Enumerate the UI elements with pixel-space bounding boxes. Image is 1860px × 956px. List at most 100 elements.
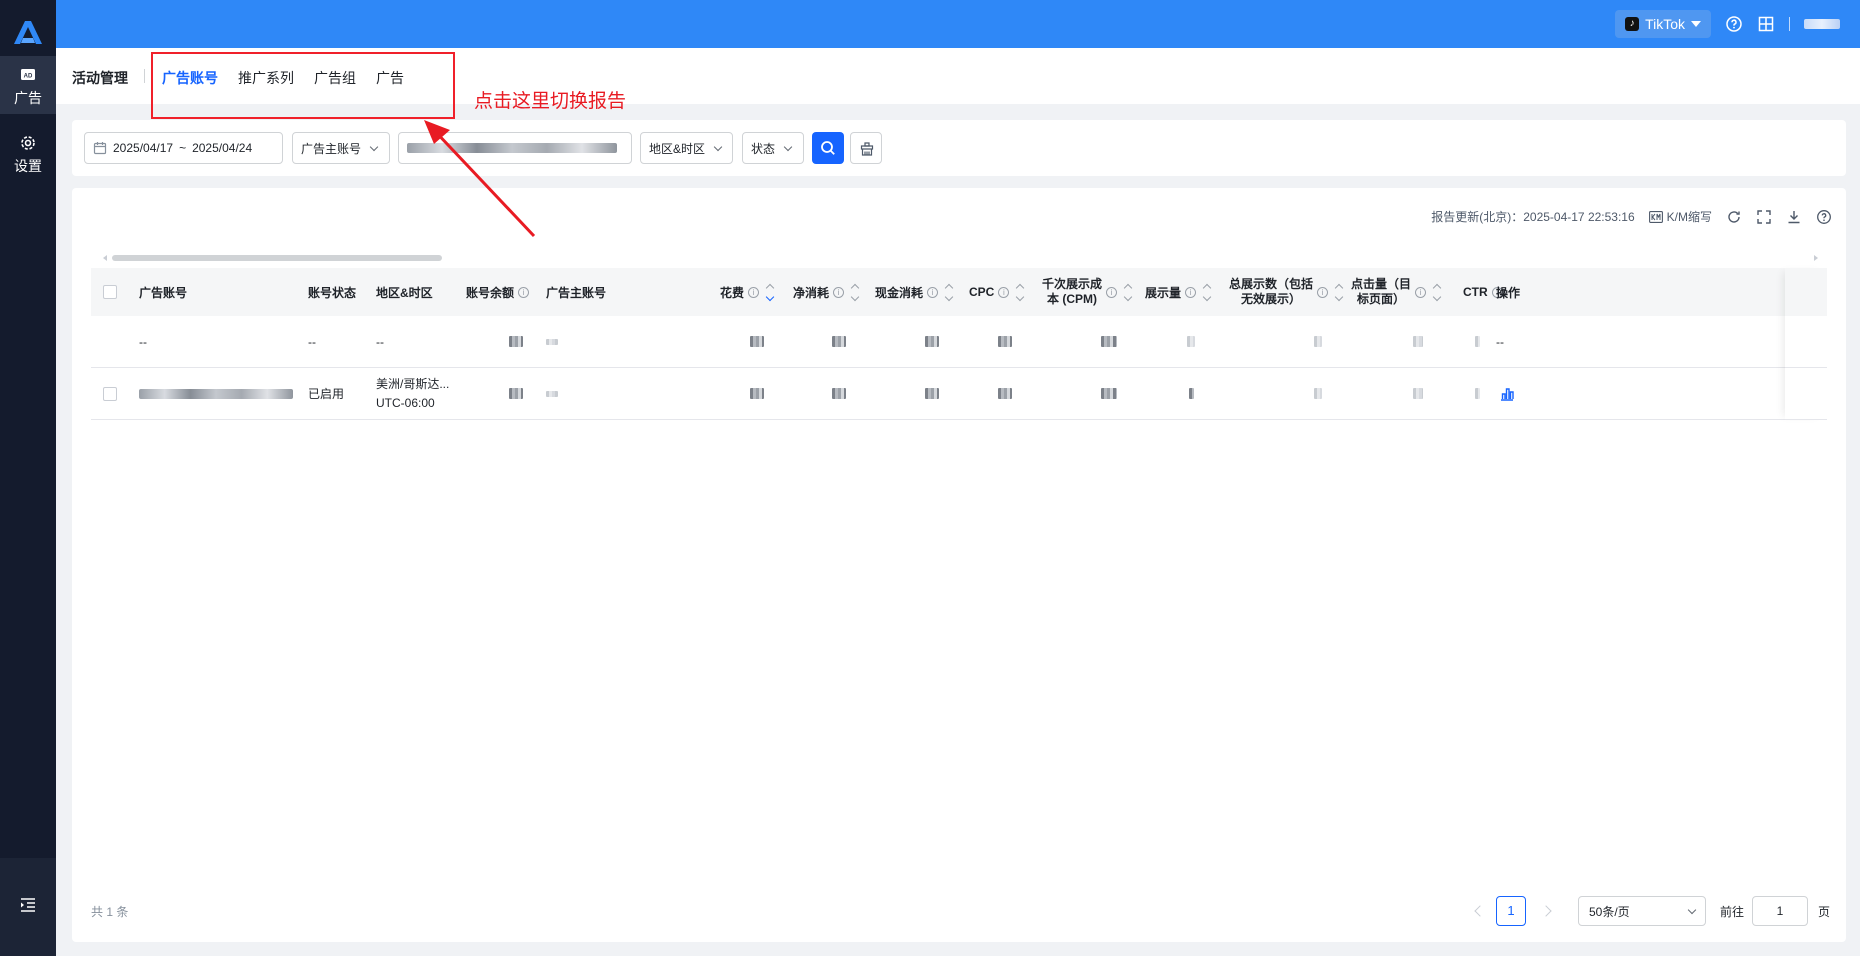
chart-icon[interactable] bbox=[1499, 386, 1515, 402]
col-account: 广告账号 bbox=[139, 285, 188, 300]
col-cpm[interactable]: 千次展示成本 (CPM) i bbox=[1042, 268, 1133, 316]
col-cpm-label: 千次展示成本 (CPM) bbox=[1042, 277, 1102, 307]
search-icon bbox=[821, 141, 835, 155]
platform-switcher[interactable]: ♪ TikTok bbox=[1615, 10, 1711, 38]
sort-icon[interactable] bbox=[944, 283, 954, 301]
total-count: 共 1 条 bbox=[91, 905, 129, 919]
row-spend bbox=[750, 368, 764, 419]
table-header: 广告账号 账号状态 地区&时区 账号余额 i 广告主账号 花费 i 净消耗 i 现金消… bbox=[91, 268, 1827, 316]
col-cpc[interactable]: CPC i bbox=[969, 268, 1025, 316]
info-icon: i bbox=[927, 286, 939, 298]
region-timezone-label: 地区&时区 bbox=[649, 141, 706, 156]
advertiser-account-select[interactable]: 广告主账号 bbox=[292, 132, 390, 164]
col-net-spend[interactable]: 净消耗 i bbox=[793, 268, 860, 316]
col-clicks-label-line1: 点击量（目 bbox=[1351, 277, 1412, 291]
next-page-icon[interactable] bbox=[1540, 905, 1552, 917]
sort-icon[interactable] bbox=[1202, 283, 1212, 301]
prev-page-icon[interactable] bbox=[1474, 905, 1486, 917]
date-start: 2025/04/17 bbox=[113, 141, 174, 155]
info-icon: i bbox=[1317, 286, 1329, 298]
row-region: 美洲/哥斯达... UTC-06:00 bbox=[376, 368, 449, 419]
clear-icon bbox=[860, 142, 874, 156]
chevron-down-icon bbox=[783, 142, 793, 151]
horizontal-scrollbar[interactable] bbox=[112, 255, 442, 261]
collapse-menu-icon[interactable] bbox=[19, 896, 37, 914]
user-account-menu[interactable] bbox=[1804, 19, 1840, 29]
sort-icon[interactable] bbox=[765, 283, 775, 301]
row-checkbox[interactable] bbox=[103, 368, 117, 419]
sidebar: AD 广告 设置 bbox=[0, 0, 56, 956]
info-icon: i bbox=[748, 286, 760, 298]
sidebar-item-settings[interactable]: 设置 bbox=[0, 124, 56, 182]
row-total-impressions bbox=[1314, 368, 1322, 419]
row-region-name: 美洲/哥斯达... bbox=[376, 376, 450, 391]
info-icon: i bbox=[1415, 286, 1427, 298]
col-balance-label: 账号余额 bbox=[466, 285, 515, 300]
search-button[interactable] bbox=[812, 132, 844, 164]
date-range-picker[interactable]: 2025/04/17 ~ 2025/04/24 bbox=[84, 132, 283, 164]
ad-icon: AD bbox=[21, 69, 35, 80]
row-account-status: 已启用 bbox=[308, 387, 345, 401]
col-cash-spend-label: 现金消耗 bbox=[875, 285, 924, 300]
top-bar-actions: ♪ TikTok bbox=[1615, 10, 1840, 38]
col-impressions[interactable]: 展示量 i bbox=[1145, 268, 1212, 316]
page-size-select[interactable]: 50条/页 bbox=[1578, 896, 1706, 926]
goto-page-input[interactable]: 1 bbox=[1752, 896, 1808, 926]
col-spend[interactable]: 花费 i bbox=[720, 268, 775, 316]
divider bbox=[144, 69, 145, 83]
refresh-icon[interactable] bbox=[1726, 209, 1742, 225]
divider bbox=[1789, 17, 1790, 31]
grid-icon[interactable] bbox=[1757, 15, 1775, 33]
km-abbreviation-toggle[interactable]: K/M缩写 bbox=[1648, 208, 1712, 225]
row-cpm bbox=[1101, 368, 1117, 419]
row-account-name[interactable] bbox=[139, 368, 293, 419]
scroll-right-icon[interactable] bbox=[1814, 255, 1818, 261]
scroll-left-icon[interactable] bbox=[103, 255, 107, 261]
region-timezone-select[interactable]: 地区&时区 bbox=[640, 132, 733, 164]
col-ctr-label: CTR bbox=[1463, 285, 1488, 299]
sort-icon[interactable] bbox=[850, 283, 860, 301]
sidebar-item-label: 广告 bbox=[14, 90, 42, 106]
col-clicks-label: 点击量（目 标页面） bbox=[1351, 277, 1411, 307]
info-icon: i bbox=[518, 286, 530, 298]
clear-filters-button[interactable] bbox=[850, 132, 882, 164]
info-icon: i bbox=[1106, 286, 1118, 298]
row-clicks bbox=[1413, 368, 1423, 419]
checkbox[interactable] bbox=[103, 386, 117, 401]
sort-icon[interactable] bbox=[1334, 283, 1344, 301]
chevron-down-icon bbox=[713, 142, 723, 151]
sidebar-item-ads[interactable]: AD 广告 bbox=[0, 56, 56, 114]
download-icon[interactable] bbox=[1786, 209, 1802, 225]
fixed-actions-column bbox=[1785, 268, 1827, 420]
col-region: 地区&时区 bbox=[376, 285, 433, 300]
summary-ctr bbox=[1475, 316, 1480, 367]
row-net-spend bbox=[832, 368, 846, 419]
calendar-icon bbox=[93, 142, 107, 155]
help-icon[interactable] bbox=[1816, 209, 1832, 225]
sort-icon[interactable] bbox=[1123, 283, 1133, 301]
col-total-impressions[interactable]: 总展示数（包括 无效展示） i bbox=[1229, 268, 1344, 316]
col-cash-spend[interactable]: 现金消耗 i bbox=[875, 268, 954, 316]
advertiser-account-label: 广告主账号 bbox=[301, 141, 362, 156]
col-cpm-label-line1: 千次展示成 bbox=[1042, 277, 1103, 291]
col-total-impressions-label-line1: 总展示数（包括 bbox=[1229, 277, 1314, 291]
summary-balance bbox=[509, 316, 523, 367]
select-all-checkbox[interactable] bbox=[103, 268, 117, 316]
col-clicks[interactable]: 点击量（目 标页面） i bbox=[1351, 268, 1442, 316]
page-number-button[interactable]: 1 bbox=[1496, 896, 1526, 926]
status-select[interactable]: 状态 bbox=[742, 132, 804, 164]
sort-icon[interactable] bbox=[1016, 283, 1025, 301]
sidebar-footer bbox=[0, 858, 56, 956]
help-icon[interactable] bbox=[1725, 15, 1743, 33]
summary-advertiser bbox=[546, 316, 558, 367]
fullscreen-icon[interactable] bbox=[1756, 209, 1772, 225]
col-actions: 操作 bbox=[1496, 285, 1521, 300]
chevron-down-icon bbox=[369, 142, 379, 151]
table-row[interactable]: 已启用 美洲/哥斯达... UTC-06:00 bbox=[91, 368, 1827, 420]
checkbox[interactable] bbox=[103, 285, 117, 299]
app-logo bbox=[14, 21, 42, 44]
col-total-impressions-label: 总展示数（包括 无效展示） bbox=[1229, 277, 1313, 307]
page-title: 活动管理 bbox=[72, 70, 128, 86]
summary-account: -- bbox=[139, 334, 147, 349]
sort-icon[interactable] bbox=[1432, 283, 1442, 301]
